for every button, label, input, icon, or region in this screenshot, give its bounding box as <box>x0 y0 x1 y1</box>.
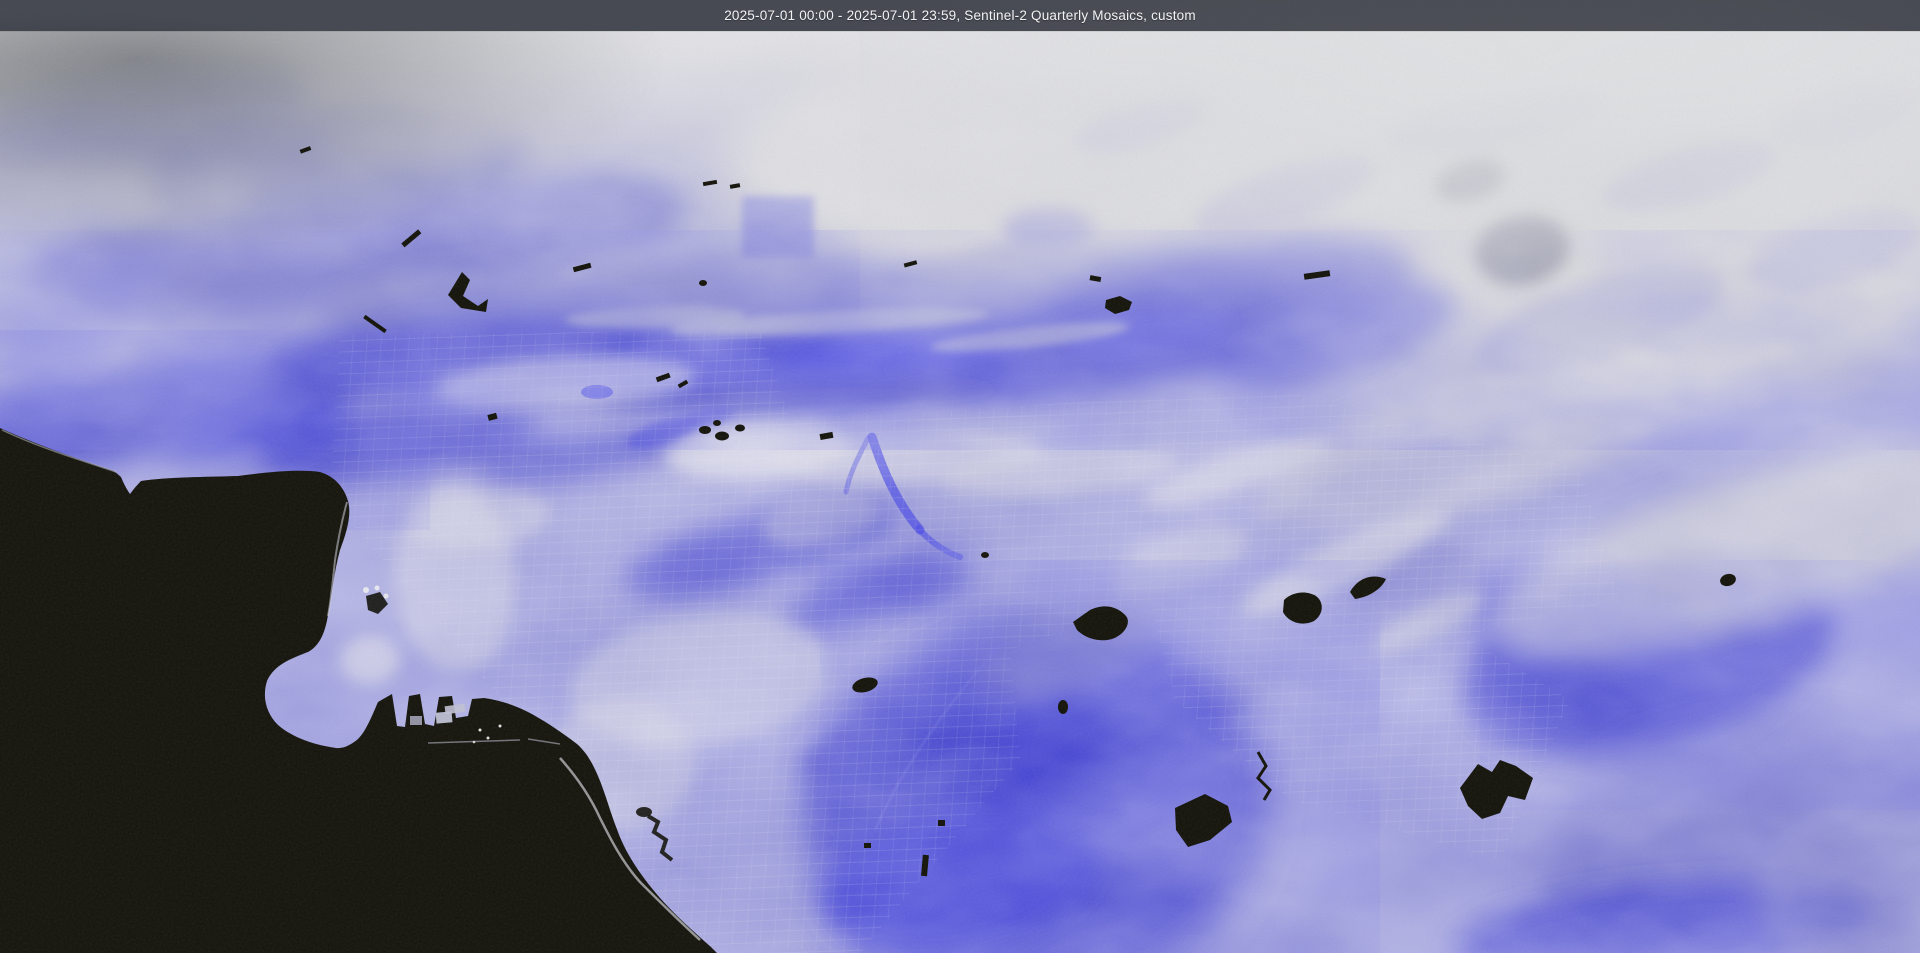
timespan-title-bar: 2025-07-01 00:00 - 2025-07-01 23:59, Sen… <box>0 0 1920 31</box>
app-window: 2025-07-01 00:00 - 2025-07-01 23:59, Sen… <box>0 0 1920 953</box>
timespan-label: 2025-07-01 00:00 - 2025-07-01 23:59, Sen… <box>724 8 1196 23</box>
map-canvas-3d[interactable] <box>0 0 1920 953</box>
satellite-imagery <box>0 0 1920 953</box>
